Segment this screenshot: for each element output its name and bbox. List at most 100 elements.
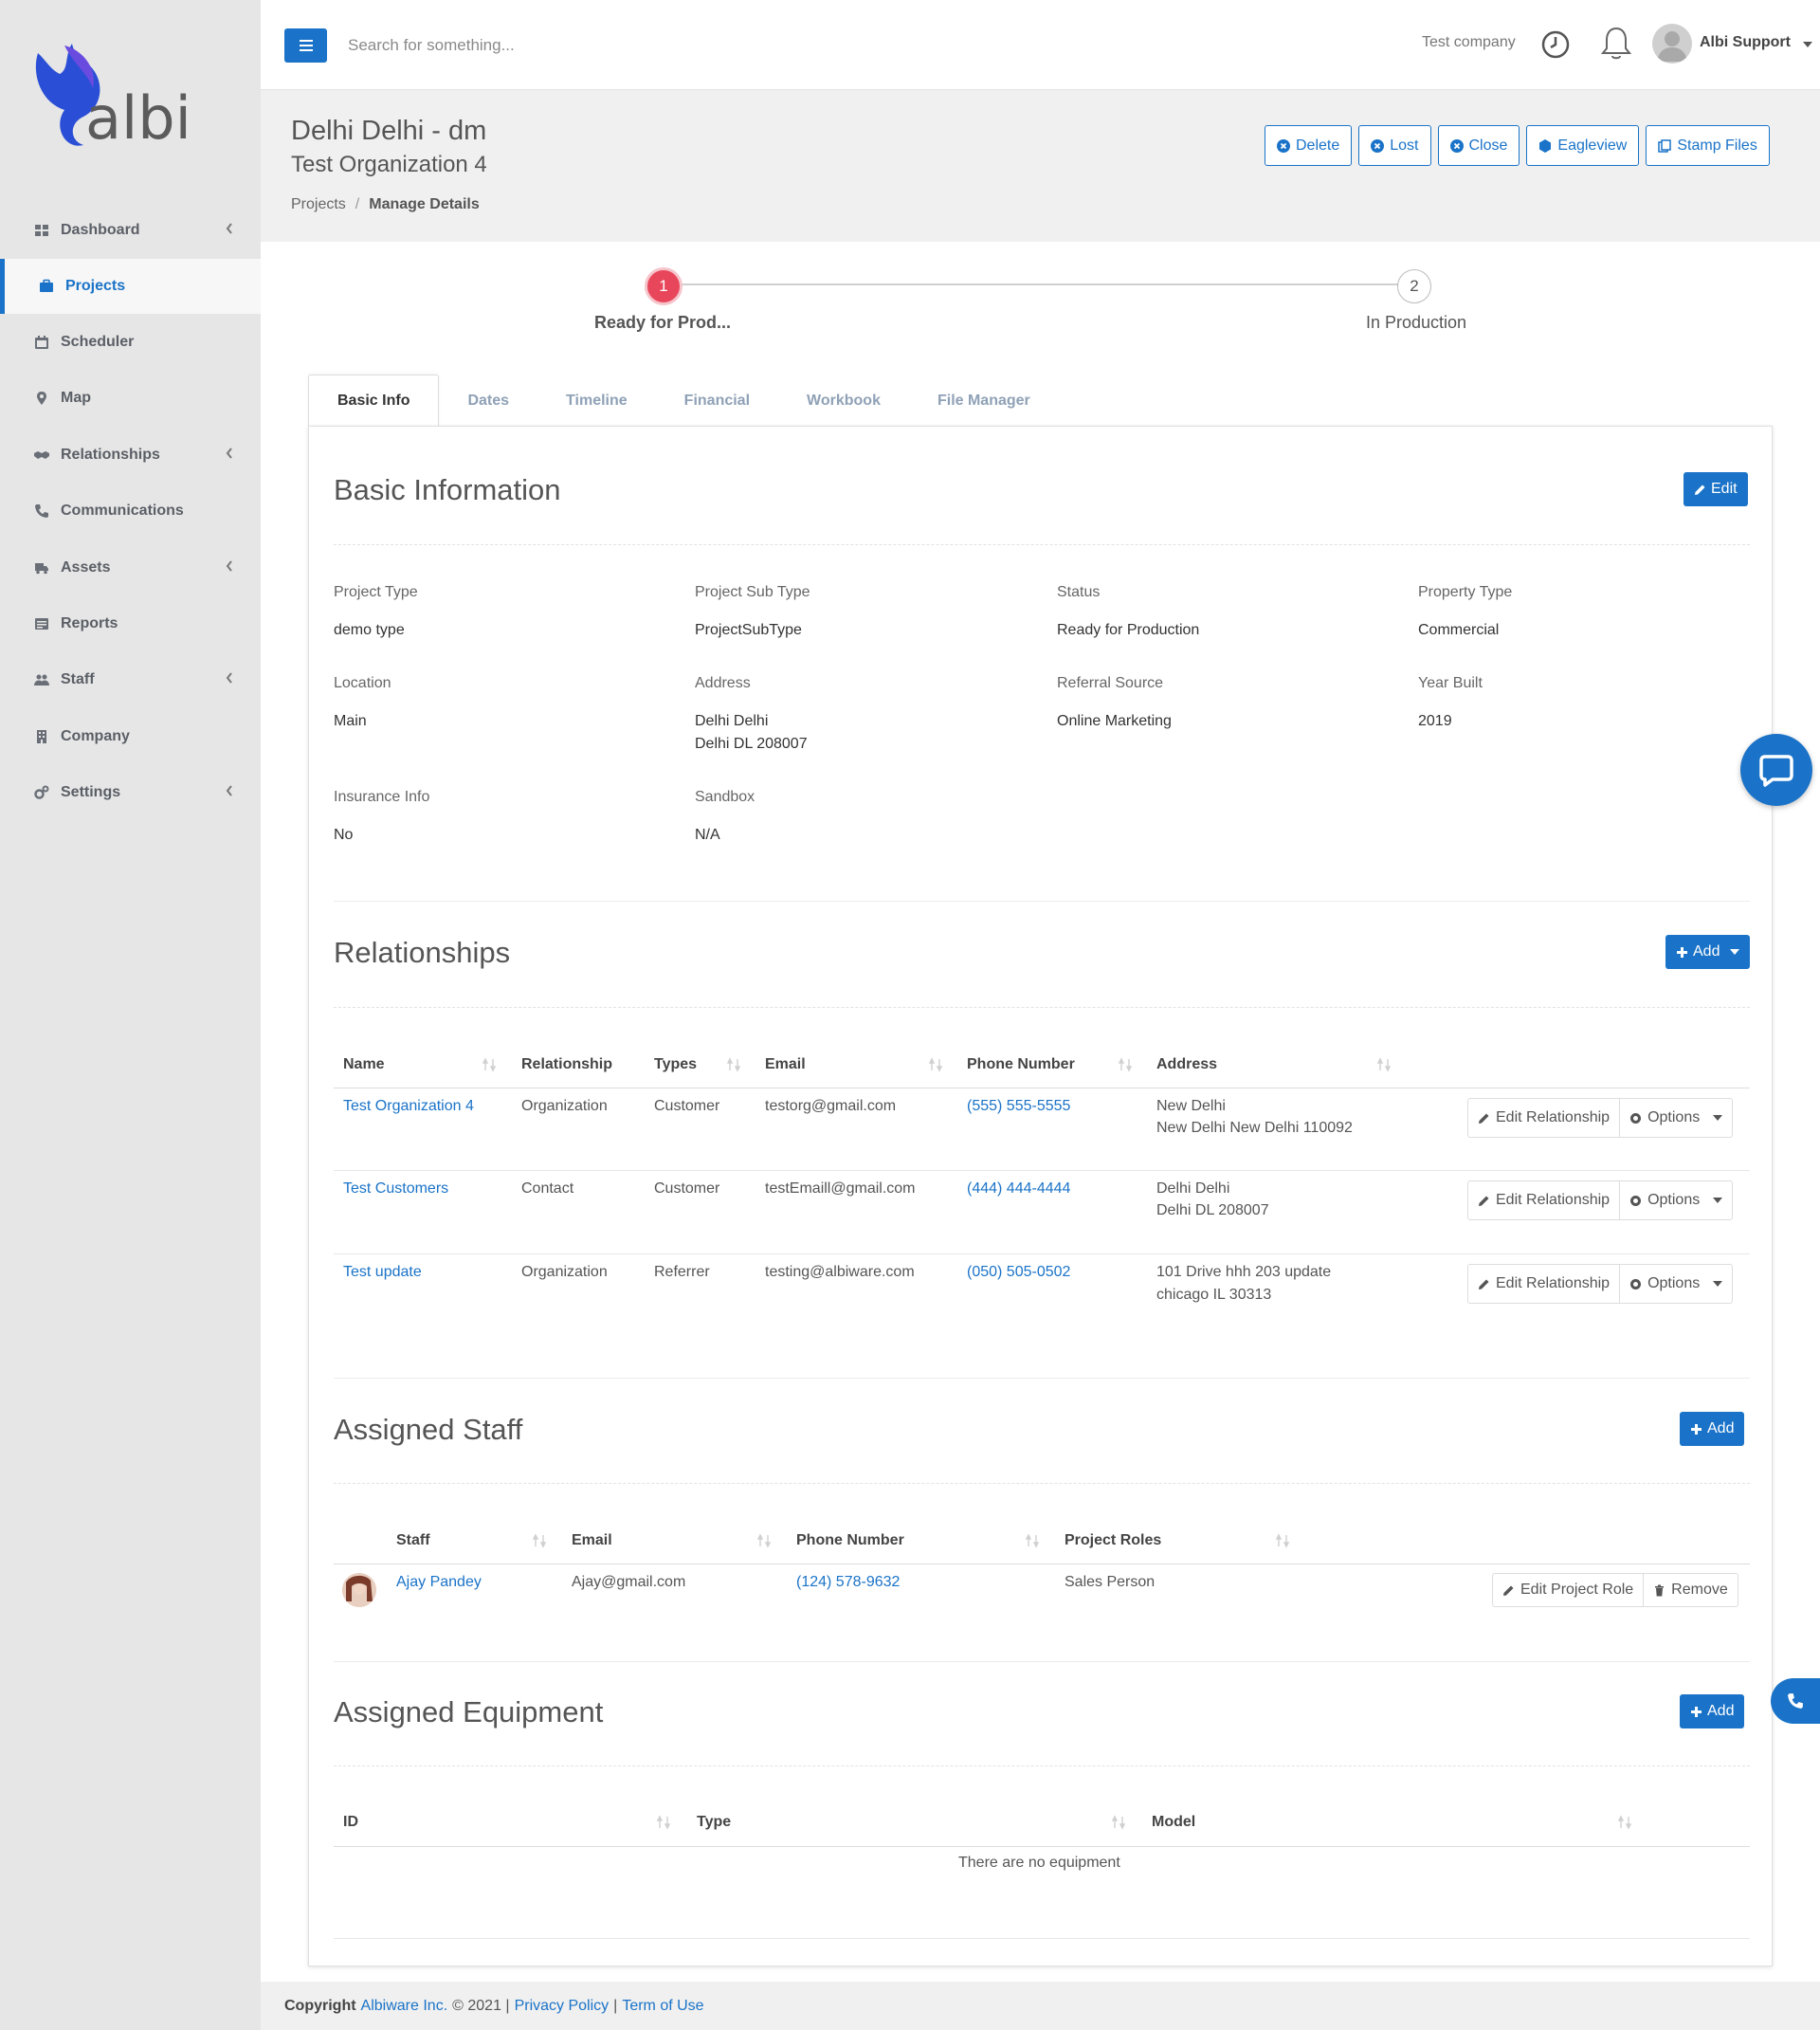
options-dropdown[interactable]: Options: [1619, 1181, 1732, 1219]
copyright-label: Copyright: [284, 1997, 356, 2014]
column-header-model[interactable]: Model: [1152, 1814, 1195, 1831]
empty-table-message: There are no equipment: [958, 1855, 1120, 1871]
privacy-policy-link[interactable]: Privacy Policy: [515, 1998, 610, 2015]
tab-financial[interactable]: Financial: [656, 375, 778, 427]
lost-button[interactable]: Lost: [1358, 125, 1431, 166]
staff-name-link[interactable]: Ajay Pandey: [396, 1574, 482, 1591]
column-header-staff[interactable]: Staff: [396, 1532, 430, 1549]
step-1-indicator[interactable]: 1: [645, 267, 682, 305]
sidebar-item-relationships[interactable]: Relationships: [0, 428, 261, 483]
column-header-email[interactable]: Email: [572, 1532, 612, 1549]
remove-label: Remove: [1671, 1582, 1728, 1598]
options-dropdown[interactable]: Options: [1619, 1099, 1732, 1137]
user-menu[interactable]: Albi Support: [1700, 34, 1791, 51]
sidebar-item-company[interactable]: Company: [0, 709, 261, 764]
column-header-phone[interactable]: Phone Number: [967, 1056, 1075, 1073]
staff-phone-link[interactable]: (124) 578-9632: [796, 1574, 900, 1591]
sort-icon[interactable]: [726, 1057, 741, 1072]
call-button[interactable]: [1771, 1678, 1820, 1724]
relationship-name-link[interactable]: Test Customers: [343, 1180, 448, 1198]
options-dropdown[interactable]: Options: [1619, 1265, 1732, 1303]
calendar-icon: [32, 333, 51, 352]
relationships-title: Relationships: [334, 936, 511, 969]
column-header-id[interactable]: ID: [343, 1814, 358, 1831]
tab-workbook[interactable]: Workbook: [778, 375, 909, 427]
bell-icon[interactable]: [1600, 26, 1632, 62]
relationship-email-cell: testEmaill@gmail.com: [765, 1180, 916, 1197]
briefcase-icon: [37, 277, 56, 296]
sort-icon[interactable]: [928, 1057, 943, 1072]
edit-basic-info-button[interactable]: Edit: [1684, 472, 1748, 506]
caret-down-icon[interactable]: [1803, 42, 1812, 47]
column-header-address[interactable]: Address: [1156, 1056, 1217, 1073]
menu-toggle-button[interactable]: [284, 28, 327, 63]
options-label: Options: [1647, 1275, 1701, 1291]
status-label: Status: [1057, 584, 1101, 600]
edit-relationship-label: Edit Relationship: [1496, 1275, 1611, 1291]
sidebar-item-communications[interactable]: Communications: [0, 484, 261, 539]
tab-basic-info[interactable]: Basic Info: [308, 375, 440, 427]
company-selector[interactable]: Test company: [1422, 34, 1516, 51]
column-header-types[interactable]: Types: [654, 1056, 697, 1073]
sidebar-item-projects[interactable]: Projects: [0, 259, 261, 314]
clock-icon[interactable]: [1540, 29, 1571, 60]
column-header-name[interactable]: Name: [343, 1056, 385, 1073]
terms-of-use-link[interactable]: Term of Use: [622, 1998, 703, 2015]
edit-project-role-button[interactable]: Edit Project Role: [1493, 1574, 1643, 1606]
sort-icon[interactable]: [1111, 1815, 1126, 1830]
sort-icon[interactable]: [656, 1815, 671, 1830]
tab-bar: Basic Info Dates Timeline Financial Work…: [308, 375, 1059, 427]
search-input[interactable]: [348, 28, 822, 63]
column-header-relationship[interactable]: Relationship: [521, 1056, 612, 1073]
step-connector: [665, 283, 1414, 285]
sidebar-item-scheduler[interactable]: Scheduler: [0, 315, 261, 370]
relationship-phone-link[interactable]: (050) 505-0502: [967, 1264, 1070, 1281]
close-button[interactable]: Close: [1437, 125, 1520, 166]
sidebar-item-staff[interactable]: Staff: [0, 652, 261, 707]
sort-icon[interactable]: [756, 1533, 772, 1548]
edit-relationship-button[interactable]: Edit Relationship: [1468, 1099, 1619, 1137]
sidebar-item-label: Assets: [61, 559, 111, 576]
sidebar-item-assets[interactable]: Assets: [0, 540, 261, 595]
albi-logo[interactable]: albi: [27, 36, 197, 159]
sort-icon[interactable]: [1025, 1533, 1040, 1548]
relationship-name-link[interactable]: Test update: [343, 1264, 422, 1281]
breadcrumb-link-projects[interactable]: Projects: [291, 196, 346, 213]
column-header-email[interactable]: Email: [765, 1056, 806, 1073]
tab-timeline[interactable]: Timeline: [537, 375, 656, 427]
add-relationship-button[interactable]: Add: [1665, 935, 1751, 969]
avatar[interactable]: [1652, 24, 1692, 64]
add-staff-button[interactable]: Add: [1680, 1412, 1745, 1446]
relationship-type-cell: Organization: [521, 1098, 608, 1114]
column-header-phone[interactable]: Phone Number: [796, 1532, 904, 1549]
column-header-project-roles[interactable]: Project Roles: [1065, 1532, 1161, 1549]
sidebar-item-dashboard[interactable]: Dashboard: [0, 203, 261, 258]
sort-icon[interactable]: [1118, 1057, 1133, 1072]
sidebar-item-reports[interactable]: Reports: [0, 596, 261, 651]
column-header-type[interactable]: Type: [697, 1814, 731, 1831]
edit-relationship-button[interactable]: Edit Relationship: [1468, 1265, 1619, 1303]
sidebar-item-map[interactable]: Map: [0, 371, 261, 426]
sort-icon[interactable]: [532, 1533, 547, 1548]
eagleview-button[interactable]: Eagleview: [1526, 125, 1640, 166]
sidebar-item-settings[interactable]: Settings: [0, 765, 261, 820]
sort-icon[interactable]: [1275, 1533, 1290, 1548]
edit-relationship-button[interactable]: Edit Relationship: [1468, 1181, 1619, 1219]
relationship-phone-link[interactable]: (555) 555-5555: [967, 1098, 1070, 1115]
remove-staff-button[interactable]: Remove: [1643, 1574, 1738, 1606]
chat-button[interactable]: [1740, 734, 1812, 806]
delete-button[interactable]: Delete: [1265, 125, 1353, 166]
sort-icon[interactable]: [1617, 1815, 1632, 1830]
add-equipment-button[interactable]: Add: [1680, 1694, 1745, 1728]
tab-file-manager[interactable]: File Manager: [909, 375, 1059, 427]
sidebar-item-label: Projects: [65, 278, 126, 294]
step-2-indicator[interactable]: 2: [1397, 269, 1431, 303]
company-link[interactable]: Albiware Inc.: [361, 1998, 448, 2015]
tab-dates[interactable]: Dates: [439, 375, 537, 427]
stamp-files-button[interactable]: Stamp Files: [1646, 125, 1770, 166]
sort-icon[interactable]: [482, 1057, 497, 1072]
sort-icon[interactable]: [1376, 1057, 1392, 1072]
relationship-phone-link[interactable]: (444) 444-4444: [967, 1180, 1070, 1198]
sandbox-label: Sandbox: [695, 789, 755, 805]
relationship-name-link[interactable]: Test Organization 4: [343, 1098, 474, 1115]
